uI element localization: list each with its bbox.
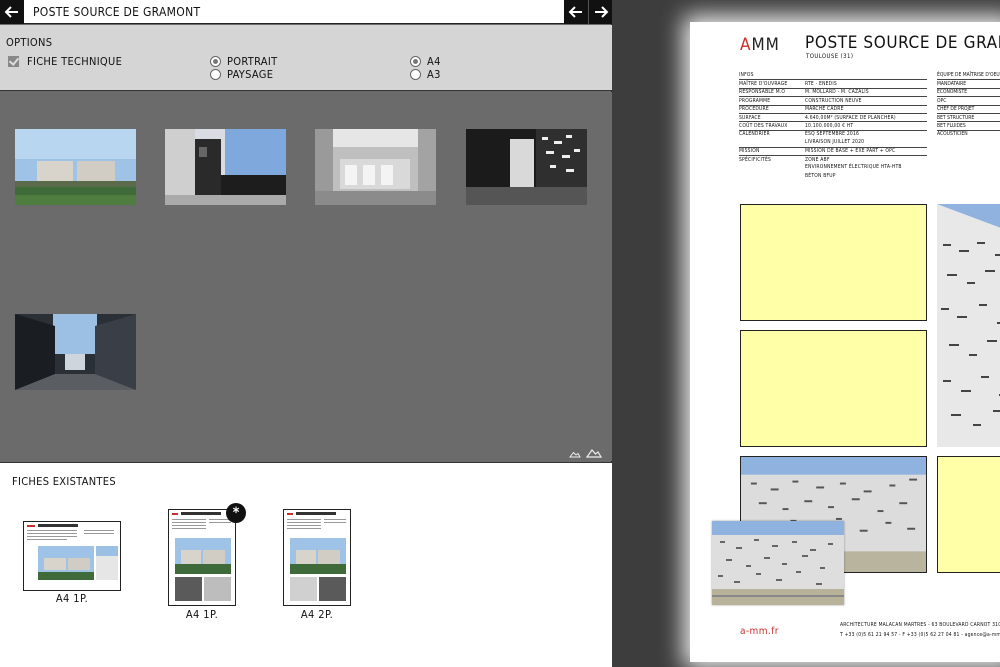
preview-subtitle: TOULOUSE (31) bbox=[806, 53, 854, 60]
info-row: LIVRAISON JUILLET 2020 bbox=[805, 139, 865, 146]
radio-portrait-label: PORTRAIT bbox=[227, 54, 278, 68]
info-row: SURFACE 4.640,00M² (SURFACE DE PLANCHER) bbox=[739, 112, 927, 121]
team-row: ÉCONOMISTE bbox=[937, 87, 1000, 96]
options-heading: OPTIONS bbox=[6, 36, 53, 49]
sheet-preview bbox=[283, 509, 351, 606]
radio-portrait[interactable]: PORTRAIT bbox=[210, 54, 277, 68]
info-row: CALENDRIER ESQ SEPTEMBRE 2016 bbox=[739, 129, 927, 138]
radio-icon bbox=[210, 68, 221, 80]
photo-thumbnail[interactable] bbox=[15, 129, 136, 205]
radio-icon bbox=[410, 68, 421, 80]
team-row: BET FLUIDES bbox=[937, 121, 1000, 129]
team-row: CHEF DE PROJET bbox=[937, 104, 1000, 113]
photo-thumbnail[interactable] bbox=[315, 129, 436, 205]
radio-a3[interactable]: A3 bbox=[410, 67, 441, 81]
page-title: POSTE SOURCE DE GRAMONT bbox=[33, 5, 201, 19]
sheet-layout-icon bbox=[27, 524, 118, 580]
radio-selected-icon bbox=[410, 55, 421, 67]
team-row: ÉQUIPE DE MAÎTRISE D'OEUVRE bbox=[937, 72, 1000, 79]
radio-a4-label: A4 bbox=[427, 54, 441, 68]
photo-thumbnail[interactable] bbox=[165, 129, 286, 205]
current-sheet-badge: * bbox=[226, 503, 246, 523]
thumbnail-size-controls bbox=[569, 447, 602, 458]
team-row: OPC bbox=[937, 96, 1000, 104]
previous-button[interactable] bbox=[564, 0, 588, 24]
back-button[interactable] bbox=[0, 0, 24, 24]
editor-pane: POSTE SOURCE DE GRAMONT OPTIONS FICHE TE… bbox=[0, 0, 612, 667]
team-row: BET STRUCTURE bbox=[937, 112, 1000, 121]
perforated-wall-photo-icon bbox=[937, 204, 1000, 447]
dragged-photo[interactable] bbox=[712, 521, 844, 605]
preview-title: POSTE SOURCE DE GRAMONT bbox=[805, 33, 1000, 53]
sheet-label: A4 1P. bbox=[55, 592, 89, 605]
next-button[interactable] bbox=[588, 0, 612, 24]
team-row: ACOUSTICIEN bbox=[937, 129, 1000, 138]
info-row: INFOS bbox=[739, 72, 754, 79]
existing-sheets-panel: FICHES EXISTANTES A4 1P. A4 1P. A4 2P. bbox=[0, 462, 612, 667]
radio-selected-icon bbox=[210, 55, 221, 67]
arrow-right-icon bbox=[594, 6, 608, 18]
radio-paysage-label: PAYSAGE bbox=[227, 67, 274, 81]
arrow-left-icon bbox=[568, 6, 582, 18]
info-row: ENVIRONNEMENT ÉLECTRIQUE HTA-HTB bbox=[805, 164, 902, 171]
fiche-technique-label: FICHE TECHNIQUE bbox=[27, 54, 123, 68]
preview-photo[interactable] bbox=[937, 204, 1000, 447]
team-row: MANDATAIRE bbox=[937, 79, 1000, 87]
info-row: RESPONSABLE M.O M. MOLLARD - M. CAZALIS bbox=[739, 87, 927, 96]
perforated-wall-photo-icon bbox=[712, 521, 844, 605]
image-placeholder[interactable] bbox=[937, 456, 1000, 573]
info-row: PROGRAMME CONSTRUCTION NEUVE bbox=[739, 96, 927, 104]
photo-gallery bbox=[0, 92, 612, 461]
photo-thumbnail[interactable] bbox=[466, 129, 587, 205]
image-placeholder[interactable] bbox=[740, 330, 927, 447]
existing-sheets-heading: FICHES EXISTANTES bbox=[12, 475, 116, 488]
photo-thumbnail[interactable] bbox=[15, 314, 136, 390]
radio-a3-label: A3 bbox=[427, 67, 441, 81]
mountain-large-icon[interactable] bbox=[586, 447, 602, 458]
sheet-layout-icon bbox=[172, 512, 231, 601]
corridor-photo-icon bbox=[466, 129, 587, 205]
footer-website: a-mm.fr bbox=[740, 626, 779, 637]
building-photo-icon bbox=[165, 129, 286, 205]
radio-a4[interactable]: A4 bbox=[410, 54, 441, 68]
street-photo-icon bbox=[15, 314, 136, 390]
top-bar: POSTE SOURCE DE GRAMONT bbox=[0, 0, 612, 24]
image-placeholder[interactable] bbox=[740, 204, 927, 321]
fiche-technique-checkbox[interactable]: FICHE TECHNIQUE bbox=[8, 54, 122, 68]
building-photo-icon bbox=[15, 129, 136, 205]
radio-paysage[interactable]: PAYSAGE bbox=[210, 67, 273, 81]
info-row: PROCÉDURE MARCHÉ CADRE bbox=[739, 104, 927, 113]
footer-address: ARCHITECTURE MALACAN MARTRES - 63 BOULEV… bbox=[840, 622, 1000, 638]
sheet-label: A4 2P. bbox=[300, 608, 334, 621]
sheet-label: A4 1P. bbox=[185, 608, 219, 621]
info-row: MISSION MISSION DE BASE + EXE PART + OPC bbox=[739, 146, 927, 155]
sheet-layout-icon bbox=[287, 512, 346, 601]
mountain-small-icon[interactable] bbox=[569, 450, 581, 458]
sheet-preview bbox=[23, 521, 121, 591]
project-info-table: INFOS MAÎTRE D'OUVRAGE RTE - ENEDIS RESPO… bbox=[739, 71, 927, 180]
interior-photo-icon bbox=[315, 129, 436, 205]
info-row: SPÉCIFICITÉS ZONE ABF bbox=[739, 154, 927, 163]
sheet-preview-page: AMM POSTE SOURCE DE GRAMONT TOULOUSE (31… bbox=[690, 22, 1000, 662]
sheet-preview bbox=[168, 509, 236, 606]
arrow-left-icon bbox=[4, 6, 18, 18]
info-row: COÛT DES TRAVAUX 10.100.000,00 € HT bbox=[739, 121, 927, 129]
info-row: BÉTON BFUP bbox=[805, 172, 836, 179]
amm-logo: AMM bbox=[740, 35, 780, 55]
options-panel: OPTIONS FICHE TECHNIQUE PORTRAIT PAYSAGE… bbox=[0, 25, 612, 91]
team-table: ÉQUIPE DE MAÎTRISE D'OEUVRE MANDATAIRE É… bbox=[937, 71, 1000, 138]
checkbox-checked-icon bbox=[8, 55, 19, 67]
info-row: MAÎTRE D'OUVRAGE RTE - ENEDIS bbox=[739, 79, 927, 87]
